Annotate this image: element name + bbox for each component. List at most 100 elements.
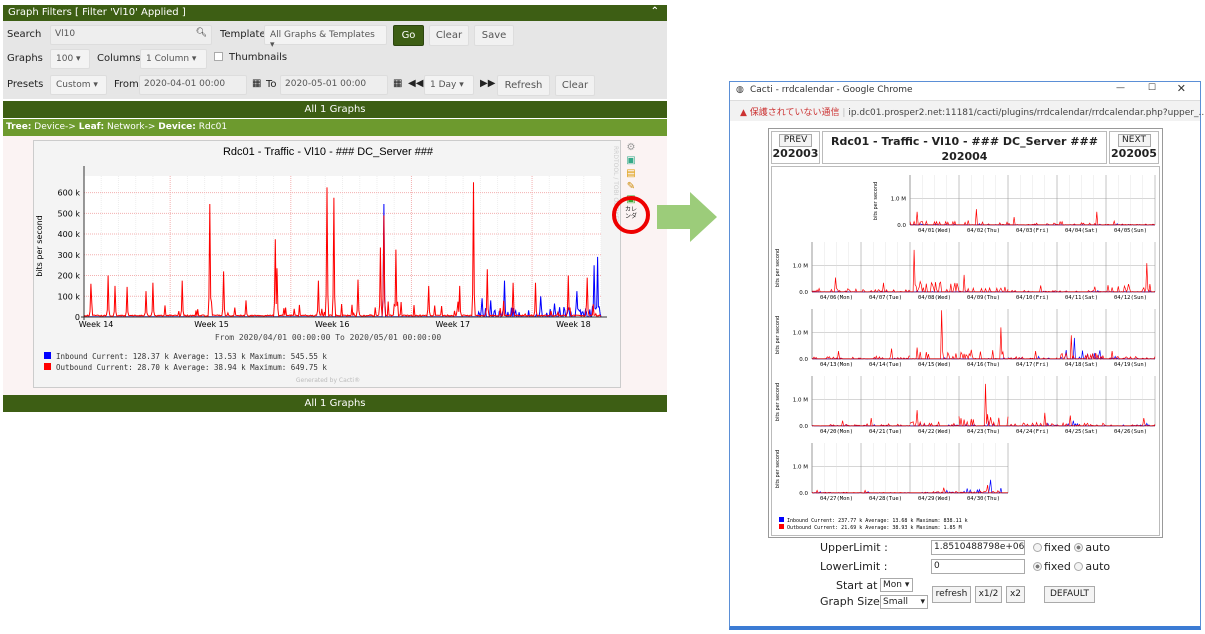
lower-mode: fixed auto (1033, 560, 1110, 573)
day-label: 04/07(Tue) (869, 295, 902, 301)
next-button[interactable]: NEXT (1117, 134, 1151, 147)
graphs-count-banner: All 1 Graphs (3, 101, 667, 118)
x-tick-label: Week 17 (435, 320, 470, 329)
legend-entry: Inbound Current: 128.37 k Average: 13.53… (56, 352, 327, 361)
upper-auto-radio[interactable] (1074, 543, 1084, 552)
day-label: 04/10(Fri) (1016, 295, 1049, 301)
day-label: 04/22(Wed) (918, 429, 951, 435)
refresh-button[interactable]: Refresh (497, 75, 550, 96)
double-size-button[interactable]: x2 (1006, 586, 1025, 603)
clear-button[interactable]: Clear (429, 25, 469, 46)
prev-month[interactable]: 202003 (772, 147, 819, 160)
legend-swatch (779, 524, 784, 529)
y-tick-label: 300 k (58, 251, 81, 260)
lower-auto-radio[interactable] (1074, 562, 1084, 571)
from-input[interactable]: 2020-04-01 00:00 (139, 75, 247, 95)
shift-left-icon[interactable]: ◀◀ (408, 78, 423, 89)
day-label: 04/03(Fri) (1016, 228, 1049, 234)
gear-icon[interactable]: ⚙ (624, 141, 638, 154)
y-tick-label: 0.0 (799, 424, 808, 430)
calendar-icon[interactable]: ▦ (252, 78, 261, 89)
y-tick-label: 0.0 (799, 491, 808, 497)
thumbnails-checkbox[interactable] (214, 52, 223, 61)
y-tick-label: 500 k (58, 209, 81, 218)
upper-limit-input[interactable]: 1.8510488798e+06 (931, 540, 1025, 555)
default-button[interactable]: DEFAULT (1044, 586, 1095, 603)
address-bar[interactable]: ▲ 保護されていない通信 | ip.dc01.prosper2.net:1118… (730, 101, 1205, 121)
graph-title: Rdc01 - Traffic - Vl10 - ### DC_Server #… (223, 146, 434, 158)
go-button[interactable]: Go (393, 25, 424, 46)
start-at-select[interactable]: Mon ▾ (880, 578, 913, 592)
next-month[interactable]: 202005 (1110, 147, 1158, 160)
y-tick-label: 100 k (58, 292, 81, 301)
x-tick-label: Week 18 (556, 320, 591, 329)
timespan-select[interactable]: 1 Day ▾ (424, 75, 474, 95)
collapse-icon[interactable]: ⌃ (651, 6, 659, 17)
legend-swatch (44, 352, 51, 359)
window-title: Cacti - rrdcalendar - Google Chrome (750, 85, 913, 95)
graph-image[interactable]: Rdc01 - Traffic - Vl10 - ### DC_Server #… (33, 140, 621, 388)
zoom-graph-icon[interactable]: ▣ (624, 154, 638, 167)
y-tick-label: 1.0 M (793, 264, 808, 270)
day-label: 04/20(Mon) (820, 429, 853, 435)
save-button[interactable]: Save (474, 25, 514, 46)
y-tick-label: 0.0 (799, 290, 808, 296)
search-icon[interactable]: 🔍︎ (196, 28, 207, 38)
search-input[interactable]: Vl10 🔍︎ (50, 25, 212, 45)
calendar-icon[interactable]: ▦ (393, 78, 402, 89)
day-label: 04/23(Thu) (967, 429, 1000, 435)
lower-limit-input[interactable]: 0 (931, 559, 1025, 574)
y-tick-label: 1.0 M (891, 197, 906, 203)
template-select[interactable]: All Graphs & Templates ▾ (264, 25, 387, 50)
x-tick-label: Week 16 (315, 320, 350, 329)
lower-fixed-radio[interactable] (1033, 562, 1042, 571)
legend-entry: Inbound Current: 237.77 k Average: 13.68… (787, 518, 968, 524)
day-label: 04/06(Mon) (820, 295, 853, 301)
y-tick-label: 0.0 (897, 223, 906, 229)
warning-icon: ▲ (740, 108, 747, 118)
y-axis-label: bits per second (775, 383, 781, 421)
y-tick-label: 400 k (58, 230, 81, 239)
graphs-count-banner-bottom: All 1 Graphs (3, 395, 667, 412)
y-axis-label: bits per second (35, 215, 44, 277)
graph-range: From 2020/04/01 00:00:00 To 2020/05/01 0… (215, 333, 442, 342)
columns-select[interactable]: 1 Column ▾ (140, 49, 207, 69)
day-label: 04/11(Sat) (1065, 295, 1098, 301)
presets-select[interactable]: Custom ▾ (50, 75, 107, 95)
globe-icon: ◍ (736, 85, 744, 95)
upper-fixed-radio[interactable] (1033, 543, 1042, 552)
day-label: 04/13(Mon) (820, 362, 853, 368)
y-axis-label: bits per second (775, 316, 781, 354)
calendar-title-cell: Rdc01 - Traffic - Vl10 - ### DC_Server #… (822, 131, 1107, 164)
minimize-button[interactable]: — (1116, 83, 1125, 93)
generated-by: Generated by Cacti® (296, 377, 360, 384)
graph-size-select[interactable]: Small ▾ (880, 595, 928, 609)
calendar-graph[interactable]: bits per second 0.0 1.0 M 04/01(Wed) 04/02(T… (771, 166, 1160, 536)
half-size-button[interactable]: x1/2 (975, 586, 1002, 603)
to-input[interactable]: 2020-05-01 00:00 (280, 75, 388, 95)
calendar-title: Rdc01 - Traffic - Vl10 - ### DC_Server #… (831, 135, 1098, 148)
tree-breadcrumb: Tree: Device-> Leaf: Network-> Device: R… (3, 119, 667, 136)
maximize-button[interactable]: ☐ (1148, 83, 1156, 93)
y-tick-label: 200 k (58, 272, 81, 281)
csv-export-icon[interactable]: ▤ (624, 167, 638, 180)
edit-icon[interactable]: ✎ (624, 180, 638, 193)
day-label: 04/27(Mon) (820, 496, 853, 502)
day-label: 04/24(Fri) (1016, 429, 1049, 435)
y-tick-label: 600 k (58, 189, 81, 198)
refresh-button[interactable]: refresh (932, 586, 971, 603)
clear-time-button[interactable]: Clear (555, 75, 595, 96)
legend-entry: Outbound Current: 28.70 k Average: 38.94… (56, 363, 327, 372)
shift-right-icon[interactable]: ▶▶ (480, 78, 495, 89)
graphs-select[interactable]: 100 ▾ (50, 49, 90, 69)
prev-cell: PREV 202003 (771, 131, 820, 164)
window-titlebar: ◍ Cacti - rrdcalendar - Google Chrome — … (730, 82, 1200, 101)
day-label: 04/05(Sun) (1114, 228, 1147, 234)
close-button[interactable]: ✕ (1177, 82, 1186, 95)
prev-button[interactable]: PREV (779, 134, 812, 147)
insecure-label: 保護されていない通信 (749, 108, 840, 118)
day-label: 04/17(Fri) (1016, 362, 1049, 368)
next-cell: NEXT 202005 (1109, 131, 1159, 164)
highlight-circle (612, 196, 650, 234)
day-label: 04/16(Thu) (967, 362, 1000, 368)
